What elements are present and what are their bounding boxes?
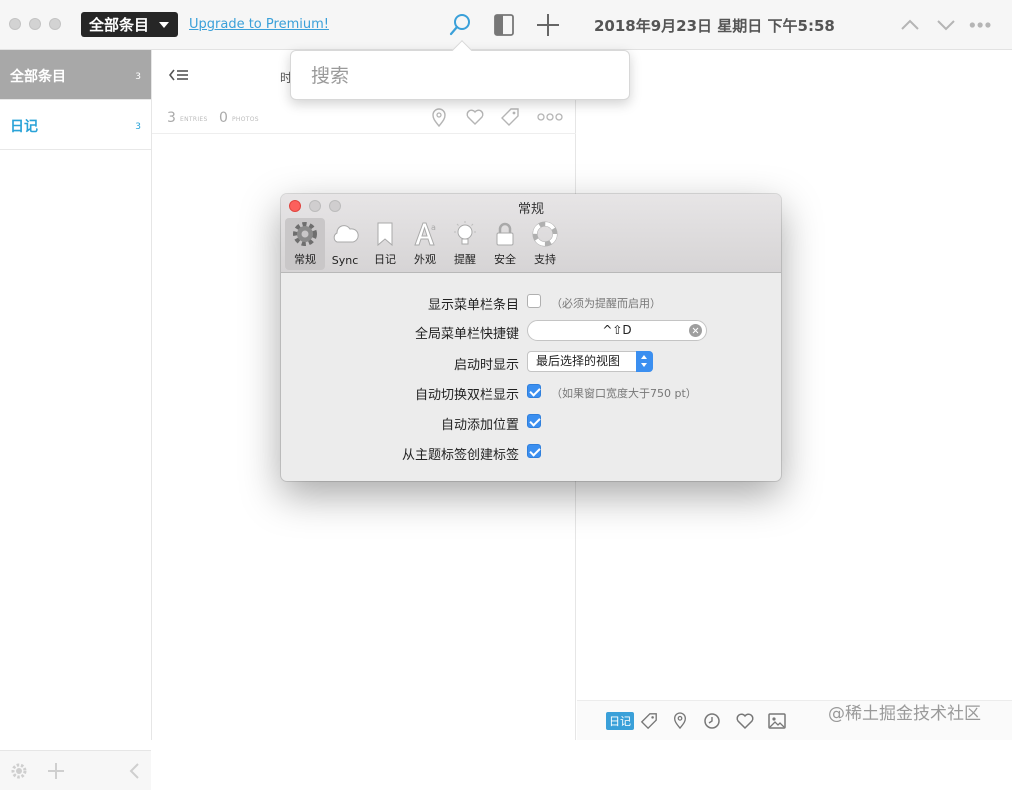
tag-icon[interactable]	[640, 712, 658, 730]
bookmark-icon	[377, 222, 393, 247]
window-close-button[interactable]	[9, 18, 21, 30]
search-icon[interactable]	[447, 12, 473, 38]
sidebar-toggle-icon[interactable]	[491, 12, 517, 38]
collapse-sidebar-icon[interactable]	[128, 761, 142, 781]
chevron-down-icon[interactable]	[933, 12, 959, 38]
preferences-toolbar: 常规 常规 Sync 日记 a 外观 提醒 安全 支持	[281, 194, 781, 273]
heart-icon[interactable]	[465, 108, 485, 126]
photo-icon[interactable]	[767, 712, 787, 730]
sidebar-item-count: 3	[135, 122, 141, 132]
photos-count: 0	[219, 110, 228, 126]
sidebar-item-label: 全部条目	[10, 69, 66, 85]
sidebar-item-all-entries[interactable]: 全部条目 3	[0, 50, 151, 100]
cloud-icon	[333, 225, 359, 243]
svg-text:a: a	[431, 223, 436, 232]
shortcut-row: 全局菜单栏快捷键 ^⇧D	[281, 318, 781, 344]
auto-location-row: 自动添加位置	[281, 409, 781, 435]
tab-reminders[interactable]: 提醒	[445, 218, 485, 270]
tag-icon[interactable]	[500, 107, 520, 127]
tab-label: 支持	[534, 253, 556, 266]
shortcut-value: ^⇧D	[602, 323, 632, 337]
lightbulb-icon	[454, 221, 476, 245]
filter-label: 全部条目	[89, 16, 150, 34]
watermark-text: @稀土掘金技术社区	[828, 704, 981, 724]
journal-chip[interactable]: 日记	[606, 712, 634, 730]
chevron-up-icon[interactable]	[897, 12, 923, 38]
setting-hint: （必须为提醒而启用）	[551, 297, 661, 310]
tab-label: 提醒	[454, 253, 476, 266]
window-zoom-button[interactable]	[49, 18, 61, 30]
add-entry-icon[interactable]	[535, 12, 561, 38]
search-popover	[290, 40, 630, 100]
sidebar-item-journal[interactable]: 日记 3	[0, 100, 151, 150]
more-icon[interactable]	[537, 110, 563, 124]
setting-label: 显示菜单栏条目	[427, 298, 519, 313]
setting-label: 启动时显示	[453, 358, 519, 373]
setting-label: 全局菜单栏快捷键	[414, 327, 519, 342]
lock-icon	[496, 222, 514, 246]
clock-icon[interactable]	[703, 712, 721, 730]
title-bar: 全部条目 Upgrade to Premium! 2018年9月23日 星期日 …	[0, 0, 1012, 50]
entries-label: ENTRIES	[180, 116, 208, 123]
add-journal-icon[interactable]	[46, 761, 66, 781]
tab-label: 日记	[374, 253, 396, 266]
sidebar: 全部条目 3 日记 3	[0, 50, 152, 790]
entry-stats-bar: 3 ENTRIES 0 PHOTOS	[152, 100, 576, 134]
upgrade-link[interactable]: Upgrade to Premium!	[189, 17, 329, 32]
window-minimize-button[interactable]	[29, 18, 41, 30]
startup-view-select[interactable]: 最后选择的视图	[527, 351, 653, 372]
setting-label: 从主题标签创建标签	[401, 448, 519, 463]
setting-hint: （如果窗口宽度大于750 pt）	[551, 387, 697, 400]
startup-view-row: 启动时显示 最后选择的视图	[281, 349, 781, 375]
tab-label: 外观	[414, 253, 436, 266]
lifebuoy-icon	[532, 221, 558, 247]
clear-shortcut-icon[interactable]	[689, 324, 702, 337]
dual-pane-checkbox[interactable]	[527, 384, 541, 398]
hashtag-tags-checkbox[interactable]	[527, 444, 541, 458]
startup-view-value: 最后选择的视图	[536, 354, 621, 368]
sidebar-footer	[0, 750, 151, 790]
font-icon: a	[414, 222, 436, 246]
date-time-display: 2018年9月23日 星期日 下午5:58	[594, 17, 835, 35]
heart-icon[interactable]	[735, 712, 755, 730]
tab-appearance[interactable]: a 外观	[405, 218, 445, 270]
shortcut-recorder-field[interactable]: ^⇧D	[527, 320, 707, 341]
sidebar-item-label: 日记	[10, 119, 38, 135]
tab-label: Sync	[331, 254, 359, 267]
caret-down-icon	[159, 22, 169, 28]
menubar-item-row: 显示菜单栏条目 （必须为提醒而启用）	[281, 289, 781, 315]
search-input[interactable]	[309, 63, 609, 89]
back-list-icon[interactable]	[168, 67, 190, 83]
entries-count: 3	[167, 110, 176, 126]
setting-label: 自动添加位置	[440, 418, 519, 433]
tab-general[interactable]: 常规	[285, 218, 325, 270]
tab-sync[interactable]: Sync	[325, 218, 365, 270]
more-options-icon[interactable]	[968, 12, 994, 38]
select-stepper-icon	[636, 351, 653, 372]
tab-label: 常规	[294, 253, 316, 266]
dual-pane-row: 自动切换双栏显示 （如果窗口宽度大于750 pt）	[281, 379, 781, 405]
location-pin-icon[interactable]	[430, 108, 448, 128]
hashtag-tags-row: 从主题标签创建标签	[281, 439, 781, 465]
setting-label: 自动切换双栏显示	[414, 388, 519, 403]
menubar-item-checkbox[interactable]	[527, 294, 541, 308]
tab-security[interactable]: 安全	[485, 218, 525, 270]
location-pin-icon[interactable]	[672, 712, 688, 730]
sidebar-item-count: 3	[135, 72, 141, 82]
preferences-window: 常规 常规 Sync 日记 a 外观 提醒 安全 支持 显示菜单栏条目 （必须为…	[281, 194, 781, 481]
filter-dropdown-button[interactable]: 全部条目	[81, 12, 178, 37]
tab-label: 安全	[494, 253, 516, 266]
settings-gear-icon[interactable]	[9, 761, 29, 781]
photos-label: PHOTOS	[232, 116, 259, 123]
gear-icon	[293, 222, 317, 246]
auto-location-checkbox[interactable]	[527, 414, 541, 428]
tab-support[interactable]: 支持	[525, 218, 565, 270]
prefs-title: 常规	[517, 202, 544, 217]
tab-journal[interactable]: 日记	[365, 218, 405, 270]
